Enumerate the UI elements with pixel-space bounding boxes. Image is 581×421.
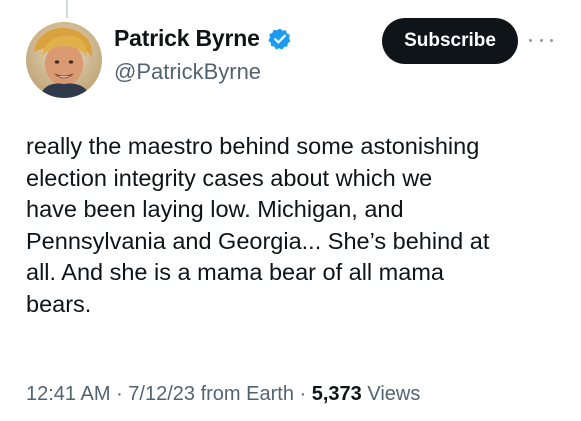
- verified-badge-icon[interactable]: [268, 27, 292, 51]
- more-dot: [529, 38, 532, 42]
- more-dot: [539, 38, 543, 42]
- tweet-date[interactable]: 7/12/23: [128, 383, 195, 405]
- author-handle[interactable]: @PatrickByrne: [114, 59, 261, 85]
- tweet-source: from Earth: [195, 383, 294, 405]
- tweet-text: really the maestro behind some astonishi…: [26, 133, 490, 317]
- author-display-name[interactable]: Patrick Byrne: [114, 25, 260, 52]
- author-name-row: Patrick Byrne: [114, 25, 292, 52]
- profile-photo-icon: [26, 22, 102, 98]
- more-dot: [550, 38, 553, 42]
- views-count[interactable]: 5,373: [312, 383, 362, 405]
- thread-connector-line: [66, 0, 68, 18]
- avatar[interactable]: [26, 22, 102, 98]
- views-label: Views: [361, 383, 421, 405]
- subscribe-button[interactable]: Subscribe: [382, 18, 518, 64]
- tweet-metadata: 12:41 AM · 7/12/23 from Earth · 5,373 Vi…: [26, 383, 420, 406]
- meta-separator: ·: [110, 383, 129, 405]
- tweet-time[interactable]: 12:41 AM: [26, 383, 111, 405]
- more-horizontal-icon[interactable]: [529, 30, 553, 50]
- meta-separator: ·: [293, 383, 312, 405]
